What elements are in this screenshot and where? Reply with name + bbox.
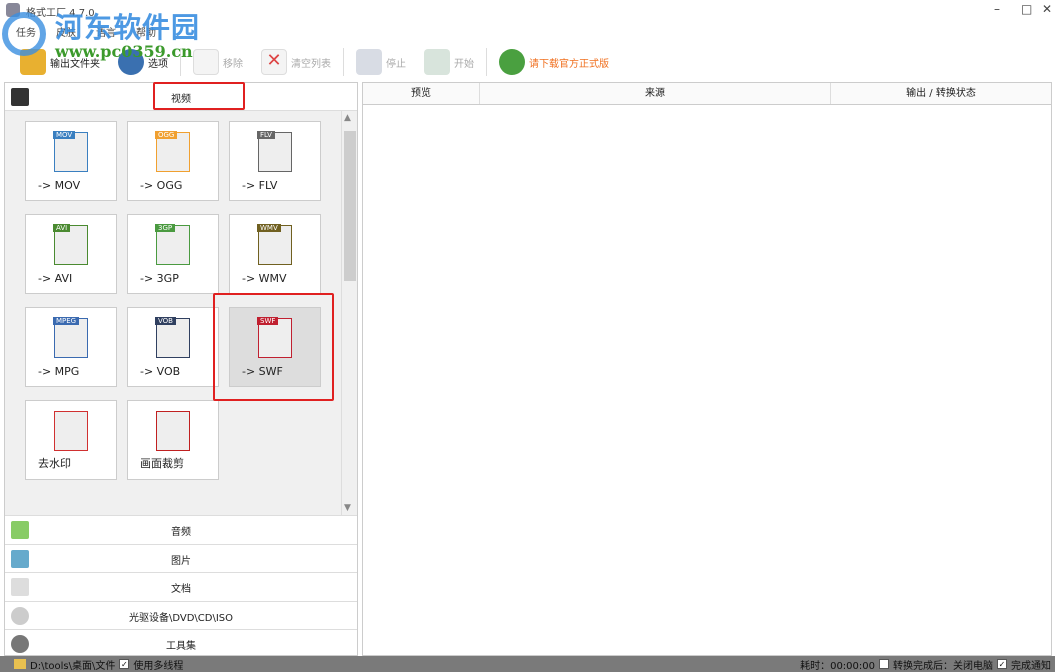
after-convert-label: 转换完成后：关闭电脑	[893, 660, 993, 672]
multithread-checkbox[interactable]: ✓	[119, 659, 130, 669]
format-tile[interactable]: MPEG -> MPG	[25, 307, 117, 387]
status-bar: D:\tools\桌面\文件 ✓ 使用多线程 耗时：00:00:00 转换完成后…	[0, 656, 1055, 672]
category-audio[interactable]: 音频	[5, 515, 357, 544]
globe-search-icon	[499, 49, 525, 75]
format-label: -> VOB	[140, 365, 181, 378]
task-list: 预览 来源 输出 / 转换状态	[362, 82, 1052, 656]
clear-icon: ✕	[261, 49, 287, 75]
column-source[interactable]: 来源	[480, 83, 831, 104]
label: 清空列表	[291, 58, 331, 70]
format-tile[interactable]: 画面裁剪	[127, 400, 219, 480]
format-icon	[54, 411, 88, 451]
label: 开始	[454, 58, 474, 70]
format-badge: OGG	[155, 131, 178, 139]
category-image[interactable]: 图片	[5, 543, 357, 573]
format-tile[interactable]: FLV -> FLV	[229, 121, 321, 201]
format-tile[interactable]: OGG -> OGG	[127, 121, 219, 201]
category-tools[interactable]: 工具集	[5, 629, 357, 658]
format-tile[interactable]: VOB -> VOB	[127, 307, 219, 387]
label: 图片	[171, 555, 191, 567]
label: 光驱设备\DVD\CD\ISO	[128, 612, 234, 624]
format-tile[interactable]: AVI -> AVI	[25, 214, 117, 294]
format-icon: 3GP	[155, 224, 190, 265]
scroll-thumb[interactable]	[344, 131, 356, 281]
watermark-url: www.pc0359.cn	[55, 42, 193, 61]
divider	[486, 48, 487, 76]
format-tile[interactable]: 去水印	[25, 400, 117, 480]
function-panel: 视频 MOV -> MOV OGG -> OGG FLV -> FLV AVI -> AVI 3…	[4, 82, 358, 656]
folder-icon	[14, 659, 26, 669]
remove-button[interactable]: 移除	[187, 49, 249, 75]
format-icon: MOV	[53, 131, 88, 172]
category-document[interactable]: 文档	[5, 572, 357, 601]
format-icon: OGG	[155, 131, 190, 172]
scroll-up-icon[interactable]: ▲	[344, 113, 351, 123]
label: 停止	[386, 58, 406, 70]
column-preview[interactable]: 预览	[363, 83, 480, 104]
format-badge: MOV	[53, 131, 76, 139]
format-icon: AVI	[53, 224, 88, 265]
format-label: -> AVI	[38, 272, 73, 285]
format-label: -> 3GP	[140, 272, 179, 285]
output-path[interactable]: D:\tools\桌面\文件	[30, 657, 115, 672]
start-button[interactable]: 开始	[418, 49, 480, 75]
format-icon	[156, 411, 190, 451]
watermark-logo	[2, 12, 46, 56]
label: 请下载官方正式版	[529, 58, 609, 70]
format-badge: VOB	[155, 317, 176, 325]
format-badge: FLV	[257, 131, 275, 139]
format-icon: MPEG	[53, 317, 88, 358]
stop-icon	[356, 49, 382, 75]
category-list: 音频 图片 文档 光驱设备\DVD\CD\ISO 工具集	[5, 515, 357, 658]
format-icon: VOB	[155, 317, 190, 358]
format-label: -> MPG	[38, 365, 80, 378]
label: 音频	[171, 527, 191, 538]
download-official-link[interactable]: 请下载官方正式版	[493, 49, 615, 75]
format-icon: FLV	[257, 131, 292, 172]
elapsed-time: 耗时：00:00:00	[800, 660, 875, 672]
format-badge: WMV	[257, 224, 281, 232]
notify-label: 完成通知	[1011, 660, 1051, 672]
after-convert-checkbox[interactable]	[879, 659, 889, 669]
minimize-button[interactable]: –	[994, 2, 1000, 16]
format-label: -> WMV	[242, 272, 287, 285]
format-tile[interactable]: MOV -> MOV	[25, 121, 117, 201]
category-disc[interactable]: 光驱设备\DVD\CD\ISO	[5, 600, 357, 630]
format-badge: MPEG	[53, 317, 80, 325]
label: 文档	[171, 584, 191, 596]
notify-checkbox[interactable]: ✓	[997, 659, 1007, 669]
label: 移除	[223, 58, 243, 70]
format-label: -> FLV	[242, 179, 278, 192]
divider	[343, 48, 344, 76]
column-output-status[interactable]: 输出 / 转换状态	[831, 83, 1051, 104]
format-label: -> OGG	[140, 179, 183, 192]
highlight-box	[213, 293, 334, 401]
format-badge: 3GP	[155, 224, 176, 232]
table-header: 预览 来源 输出 / 转换状态	[363, 83, 1051, 105]
multithread-label: 使用多线程	[133, 660, 184, 672]
scrollbar[interactable]: ▲ ▼	[341, 111, 357, 515]
scroll-down-icon[interactable]: ▼	[344, 503, 351, 513]
highlight-box	[153, 82, 245, 110]
format-label: -> MOV	[38, 179, 81, 192]
format-label: 去水印	[38, 457, 71, 470]
format-tile[interactable]: 3GP -> 3GP	[127, 214, 219, 294]
format-label: 画面裁剪	[140, 457, 184, 470]
format-badge: AVI	[53, 224, 71, 232]
format-icon: WMV	[257, 224, 292, 265]
stop-button[interactable]: 停止	[350, 49, 412, 75]
maximize-button[interactable]: □	[1021, 2, 1032, 16]
watermark-text: 河东软件园	[55, 11, 201, 44]
remove-icon	[193, 49, 219, 75]
clear-list-button[interactable]: ✕ 清空列表	[255, 49, 337, 75]
label: 工具集	[166, 641, 196, 653]
start-icon	[424, 49, 450, 75]
format-tile[interactable]: WMV -> WMV	[229, 214, 321, 294]
close-button[interactable]: ✕	[1042, 2, 1052, 16]
